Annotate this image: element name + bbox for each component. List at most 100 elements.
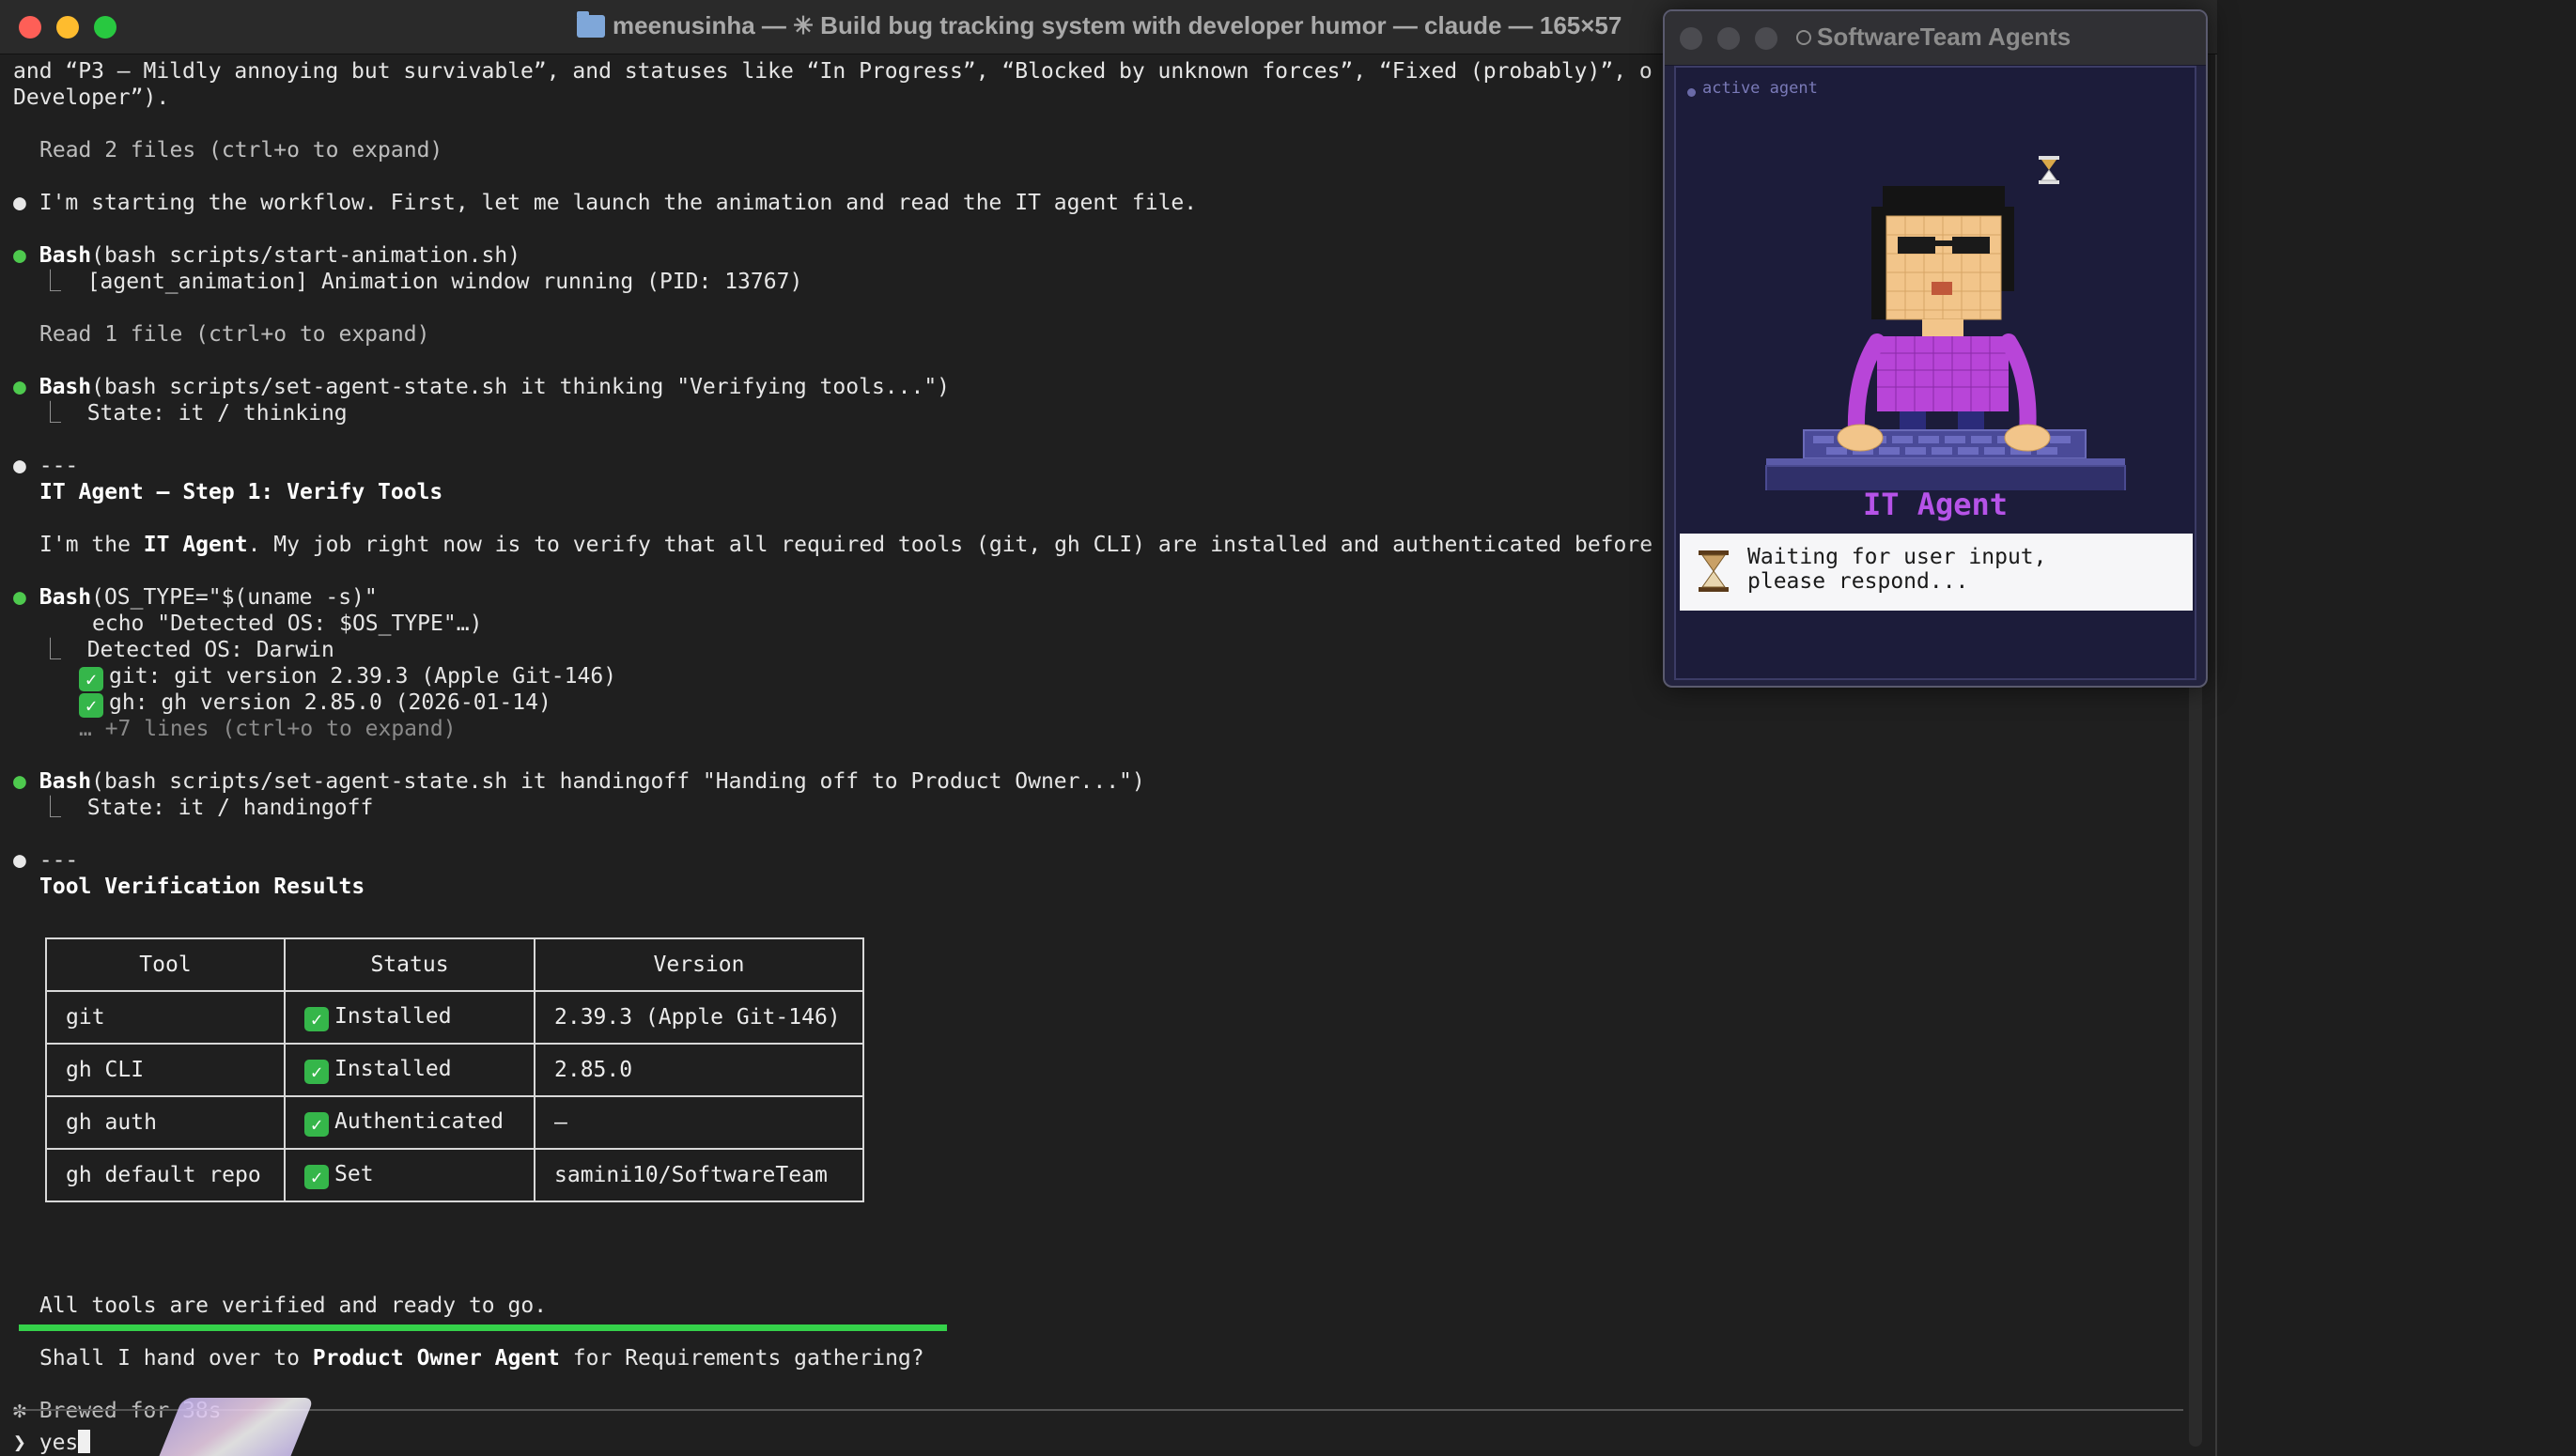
tool-cell: gh CLI bbox=[45, 1043, 286, 1097]
bash-output: ⎿ State: it / handingoff bbox=[39, 795, 373, 821]
bash-call: ● Bash(bash scripts/set-agent-state.sh i… bbox=[13, 374, 950, 400]
job-description: I'm the IT Agent. My job right now is to… bbox=[39, 532, 1653, 558]
step-heading: IT Agent — Step 1: Verify Tools bbox=[39, 480, 443, 504]
bullet-icon: ● bbox=[13, 243, 26, 268]
text: Shall I hand over to bbox=[39, 1346, 313, 1371]
bullet-icon: ● bbox=[13, 769, 26, 794]
check-icon: ✓ bbox=[304, 1006, 329, 1031]
handover-question: Shall I hand over to Product Owner Agent… bbox=[39, 1345, 924, 1371]
agents-window-title: SoftwareTeam Agents bbox=[1817, 23, 2072, 51]
status-cell: ✓ Installed bbox=[284, 990, 535, 1045]
text: . My job right now is to verify that all… bbox=[247, 533, 1653, 557]
close-button[interactable] bbox=[19, 16, 41, 39]
output-text: State: it / handingoff bbox=[86, 796, 374, 820]
prompt-chevron-icon: ❯ bbox=[13, 1431, 26, 1455]
agent-label: IT Agent bbox=[143, 533, 248, 557]
tool-name: Bash bbox=[39, 375, 92, 399]
tool-cell: gh default repo bbox=[45, 1148, 286, 1202]
bash-output: ✓ gh: gh version 2.85.0 (2026-01-14) bbox=[79, 689, 551, 718]
tool-name: Bash bbox=[39, 769, 92, 794]
bullet-icon: ● bbox=[13, 454, 26, 478]
read-file-collapsed[interactable]: Read 1 file (ctrl+o to expand) bbox=[39, 321, 429, 348]
tool-command: (bash scripts/set-agent-state.sh it thin… bbox=[91, 375, 951, 399]
elbow-icon: ⎿ bbox=[39, 796, 61, 820]
agents-titlebar[interactable]: SoftwareTeam Agents bbox=[1665, 11, 2206, 66]
version-cell: samini10/SoftwareTeam bbox=[534, 1148, 864, 1202]
output-line: Developer”). bbox=[13, 85, 170, 110]
tool-name: Bash bbox=[39, 585, 92, 610]
circle-icon bbox=[1796, 30, 1811, 45]
separator-line: ● --- bbox=[13, 847, 78, 874]
drag-preview bbox=[159, 1398, 315, 1456]
status-text: Set bbox=[334, 1161, 374, 1186]
message-line: ● I'm starting the workflow. First, let … bbox=[13, 190, 1197, 216]
status-message: Waiting for user input, please respond..… bbox=[1747, 545, 2047, 594]
message-text: I'm starting the workflow. First, let me… bbox=[39, 191, 1198, 215]
elbow-icon: ⎿ bbox=[39, 638, 61, 662]
status-cell: ✓ Authenticated bbox=[284, 1095, 535, 1150]
bash-output: ⎿ [agent_animation] Animation window run… bbox=[39, 269, 802, 295]
active-agent-label: active agent bbox=[1702, 79, 1818, 98]
prompt-input[interactable]: ❯ yes bbox=[13, 1430, 91, 1456]
bash-call: ● Bash(OS_TYPE="$(uname -s)" bbox=[13, 584, 378, 611]
window-title: meenusinha — ✳ Build bug tracking system… bbox=[613, 11, 1622, 39]
separator-line: ● --- bbox=[13, 453, 78, 479]
tool-command: (OS_TYPE="$(uname -s)" bbox=[91, 585, 378, 610]
text: I'm the bbox=[39, 533, 144, 557]
tool-command: (bash scripts/set-agent-state.sh it hand… bbox=[91, 769, 1145, 794]
check-icon: ✓ bbox=[79, 667, 103, 691]
progress-bar bbox=[19, 1324, 947, 1331]
check-icon: ✓ bbox=[304, 1164, 329, 1189]
maximize-button[interactable] bbox=[1755, 27, 1777, 50]
version-cell: 2.85.0 bbox=[534, 1043, 864, 1097]
output-line: and “P3 — Mildly annoying but survivable… bbox=[13, 59, 1653, 84]
table-header-row: Tool Status Version bbox=[45, 937, 864, 992]
column-header: Tool bbox=[45, 937, 286, 992]
agent-avatar-illustration bbox=[1765, 156, 2126, 490]
bullet-icon: ● bbox=[13, 848, 26, 873]
column-header: Status bbox=[284, 937, 535, 992]
bullet-icon: ● bbox=[13, 375, 26, 399]
tool-verification-table: Tool Status Version git ✓ Installed 2.39.… bbox=[45, 937, 864, 1202]
output-text: Detected OS: Darwin bbox=[86, 638, 334, 662]
status-cell: ✓ Set bbox=[284, 1148, 535, 1202]
check-icon: ✓ bbox=[79, 693, 103, 718]
table-row: git ✓ Installed 2.39.3 (Apple Git-146) bbox=[45, 990, 864, 1045]
minimize-button[interactable] bbox=[56, 16, 79, 39]
minimize-button[interactable] bbox=[1717, 27, 1740, 50]
elbow-icon: ⎿ bbox=[39, 401, 61, 426]
prompt-value[interactable]: yes bbox=[39, 1431, 79, 1455]
bash-output: ✓ git: git version 2.39.3 (Apple Git-146) bbox=[79, 663, 617, 691]
bash-call: ● Bash(bash scripts/set-agent-state.sh i… bbox=[13, 768, 1145, 795]
version-cell: 2.39.3 (Apple Git-146) bbox=[534, 990, 864, 1045]
agent-label: Product Owner Agent bbox=[312, 1346, 560, 1371]
folder-icon bbox=[577, 11, 605, 38]
bullet-icon: ● bbox=[13, 191, 26, 215]
tool-name: Bash bbox=[39, 243, 92, 268]
bash-output: ⎿ Detected OS: Darwin bbox=[39, 637, 334, 663]
output-text: State: it / thinking bbox=[86, 401, 348, 426]
close-button[interactable] bbox=[1680, 27, 1702, 50]
table-row: gh auth ✓ Authenticated — bbox=[45, 1095, 864, 1150]
tool-command-cont: echo "Detected OS: $OS_TYPE"…) bbox=[92, 612, 483, 636]
results-heading: Tool Verification Results bbox=[39, 875, 365, 899]
bash-call: ● Bash(bash scripts/start-animation.sh) bbox=[13, 242, 520, 269]
read-files-collapsed[interactable]: Read 2 files (ctrl+o to expand) bbox=[39, 137, 442, 163]
output-text: gh: gh version 2.85.0 (2026-01-14) bbox=[109, 690, 551, 715]
maximize-button[interactable] bbox=[94, 16, 116, 39]
table-row: gh CLI ✓ Installed 2.85.0 bbox=[45, 1043, 864, 1097]
bash-output: ⎿ State: it / thinking bbox=[39, 400, 348, 426]
check-icon: ✓ bbox=[304, 1059, 329, 1084]
agent-name: IT Agent bbox=[1862, 487, 2009, 522]
tool-cell: git bbox=[45, 990, 286, 1045]
agent-status-box: Waiting for user input, please respond..… bbox=[1680, 534, 2193, 611]
prompt-divider bbox=[13, 1409, 2183, 1411]
expand-more-lines[interactable]: … +7 lines (ctrl+o to expand) bbox=[79, 716, 457, 742]
status-text: Installed bbox=[334, 1056, 452, 1081]
output-text: git: git version 2.39.3 (Apple Git-146) bbox=[109, 664, 617, 689]
agents-window[interactable]: SoftwareTeam Agents active agent IT Agen… bbox=[1663, 9, 2208, 688]
status-text: Installed bbox=[334, 1003, 452, 1029]
check-icon: ✓ bbox=[304, 1111, 329, 1137]
text-cursor bbox=[78, 1430, 91, 1453]
hourglass-icon bbox=[1699, 550, 1729, 592]
